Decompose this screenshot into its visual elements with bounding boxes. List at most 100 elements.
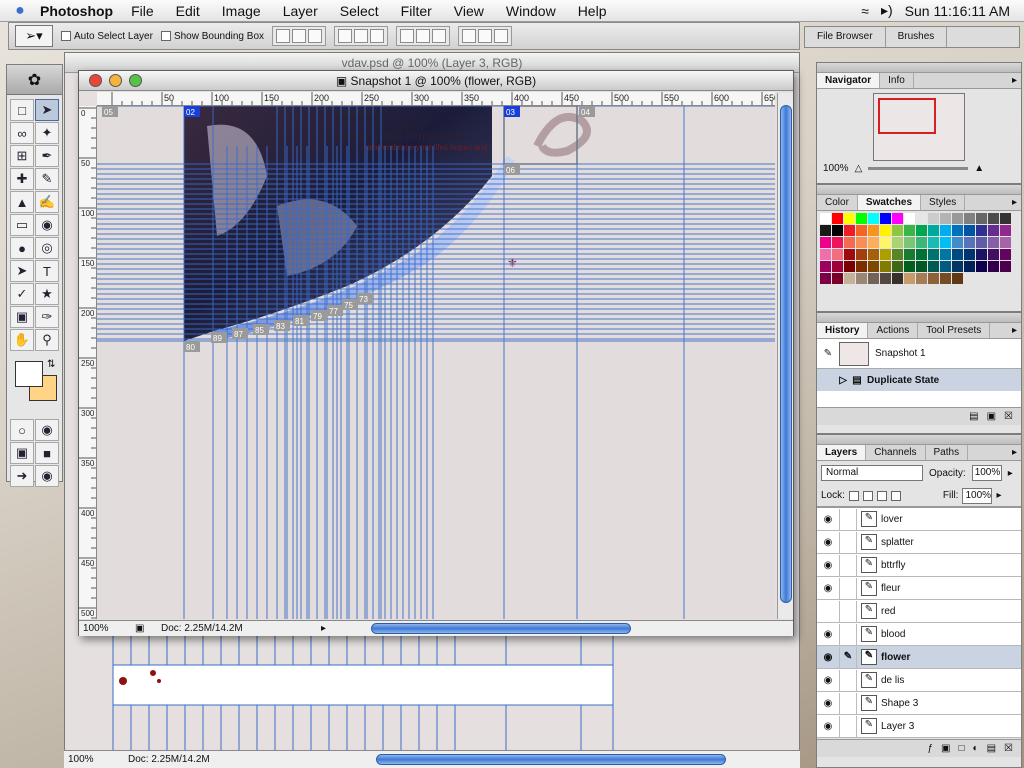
color-swatch[interactable] (880, 273, 891, 284)
lock-image-icon[interactable] (862, 490, 873, 501)
menu-help[interactable]: Help (578, 3, 607, 19)
color-swatch[interactable] (940, 213, 951, 224)
tab-styles[interactable]: Styles (921, 195, 966, 210)
color-swatch[interactable] (868, 261, 879, 272)
color-swatch[interactable] (928, 261, 939, 272)
new-document-from-state-icon[interactable]: ▤ (969, 411, 978, 422)
foreground-color-swatch[interactable] (15, 361, 43, 387)
color-swatch[interactable] (928, 237, 939, 248)
color-swatch[interactable] (940, 249, 951, 260)
distribute-hcenter-icon[interactable] (478, 29, 493, 43)
tab-info[interactable]: Info (880, 73, 914, 88)
color-swatch[interactable] (880, 237, 891, 248)
navigator-zoom-value[interactable]: 100% (823, 163, 849, 174)
vertical-scroll-thumb[interactable] (780, 105, 792, 603)
color-swatch[interactable] (880, 213, 891, 224)
palette-titlebar[interactable] (817, 185, 1021, 195)
volume-icon[interactable]: ▸) (881, 2, 893, 19)
layer-row[interactable]: ◉ ✎ fleur (817, 577, 1021, 600)
menu-filter[interactable]: Filter (401, 3, 432, 19)
zoom-tool-icon[interactable]: ⚲ (35, 329, 59, 351)
minimize-window-button[interactable] (109, 74, 122, 87)
back-doc-size[interactable]: Doc: 2.25M/14.2M (124, 754, 244, 765)
close-window-button[interactable] (89, 74, 102, 87)
color-swatch[interactable] (868, 273, 879, 284)
distribute-right-icon[interactable] (494, 29, 509, 43)
color-swatch[interactable] (952, 261, 963, 272)
color-swatch[interactable] (928, 249, 939, 260)
visibility-eye-icon[interactable]: ◉ (817, 721, 839, 732)
front-zoom-field[interactable]: 100% (79, 623, 135, 634)
align-right-icon[interactable] (370, 29, 385, 43)
history-state-row[interactable]: ▷ ▤ Duplicate State (817, 369, 1021, 391)
layer-row[interactable]: ✎ red (817, 600, 1021, 623)
brush-tool-icon[interactable]: ✎ (35, 168, 59, 190)
palette-menu-icon[interactable]: ▸ (1008, 323, 1021, 338)
color-swatch[interactable] (952, 213, 963, 224)
color-swatch[interactable] (832, 273, 843, 284)
color-swatch[interactable] (868, 213, 879, 224)
vertical-ruler[interactable]: 0 50 100 150 200 250 300 350 400 450 500 (79, 106, 97, 619)
vertical-scrollbar[interactable] (777, 93, 793, 619)
color-swatch[interactable] (964, 249, 975, 260)
color-swatch[interactable] (892, 261, 903, 272)
lock-all-icon[interactable] (890, 490, 901, 501)
color-swatch[interactable] (952, 249, 963, 260)
visibility-eye-icon[interactable]: ◉ (817, 698, 839, 709)
color-swatch[interactable] (988, 225, 999, 236)
link-cell[interactable] (839, 577, 857, 599)
history-snapshot-row[interactable]: ✎ Snapshot 1 (817, 339, 1021, 369)
layer-row[interactable]: ◉ ✎ ✎ flower (817, 646, 1021, 669)
color-swatch[interactable] (820, 225, 831, 236)
quick-mask-icon[interactable]: ◉ (35, 419, 59, 441)
color-swatch[interactable] (880, 249, 891, 260)
color-swatch[interactable] (964, 213, 975, 224)
delete-state-icon[interactable]: ☒ (1004, 411, 1013, 422)
palette-menu-icon[interactable]: ▸ (1008, 445, 1021, 460)
back-zoom-field[interactable]: 100% (64, 754, 124, 765)
back-hscroll-thumb[interactable] (376, 754, 726, 765)
paint-bucket-tool-icon[interactable]: ◉ (35, 214, 59, 236)
new-snapshot-icon[interactable]: ▣ (987, 411, 996, 422)
color-swatch[interactable] (904, 273, 915, 284)
color-swatch[interactable] (928, 213, 939, 224)
visibility-eye-icon[interactable]: ◉ (817, 629, 839, 640)
layer-style-icon[interactable]: ƒ (927, 743, 933, 754)
color-swatch[interactable] (916, 225, 927, 236)
align-bottom-icon[interactable] (308, 29, 323, 43)
tab-tool-presets[interactable]: Tool Presets (918, 323, 991, 338)
color-swatch[interactable] (916, 249, 927, 260)
link-cell[interactable] (839, 508, 857, 530)
color-swatch[interactable] (904, 261, 915, 272)
status-menu-icon[interactable]: ▣ (135, 623, 161, 634)
auto-select-checkbox[interactable] (61, 31, 71, 41)
color-swatch[interactable] (880, 225, 891, 236)
color-swatch[interactable] (952, 273, 963, 284)
opacity-arrow-icon[interactable]: ▸ (1008, 468, 1013, 479)
color-swatch[interactable] (832, 261, 843, 272)
color-swatch[interactable] (820, 249, 831, 260)
feather-logo-icon[interactable]: ✿ (28, 70, 41, 90)
magic-wand-tool-icon[interactable]: ✦ (35, 122, 59, 144)
imageready-icon[interactable]: ◉ (35, 465, 59, 487)
blend-mode-select[interactable]: Normal (821, 465, 923, 481)
swap-colors-icon[interactable]: ⇅ (47, 359, 55, 370)
color-swatch[interactable] (832, 213, 843, 224)
color-swatch[interactable] (820, 261, 831, 272)
palette-titlebar[interactable] (817, 63, 1021, 73)
adjustment-layer-icon[interactable]: ◐ (973, 743, 979, 754)
visibility-eye-icon[interactable]: ◉ (817, 675, 839, 686)
align-vcenter-icon[interactable] (292, 29, 307, 43)
layer-row[interactable]: ◉ ✎ de lis (817, 669, 1021, 692)
color-swatch[interactable] (832, 237, 843, 248)
clone-stamp-tool-icon[interactable]: ▲ (10, 191, 34, 213)
color-swatch[interactable] (988, 261, 999, 272)
color-swatch[interactable] (868, 225, 879, 236)
distribute-left-icon[interactable] (462, 29, 477, 43)
eyedropper-tool-icon[interactable]: ✑ (35, 306, 59, 328)
tab-swatches[interactable]: Swatches (857, 195, 922, 210)
distribute-bottom-icon[interactable] (432, 29, 447, 43)
layer-row[interactable]: ◉ ✎ Shape 3 (817, 692, 1021, 715)
menu-layer[interactable]: Layer (283, 3, 318, 19)
color-swatch[interactable] (820, 273, 831, 284)
